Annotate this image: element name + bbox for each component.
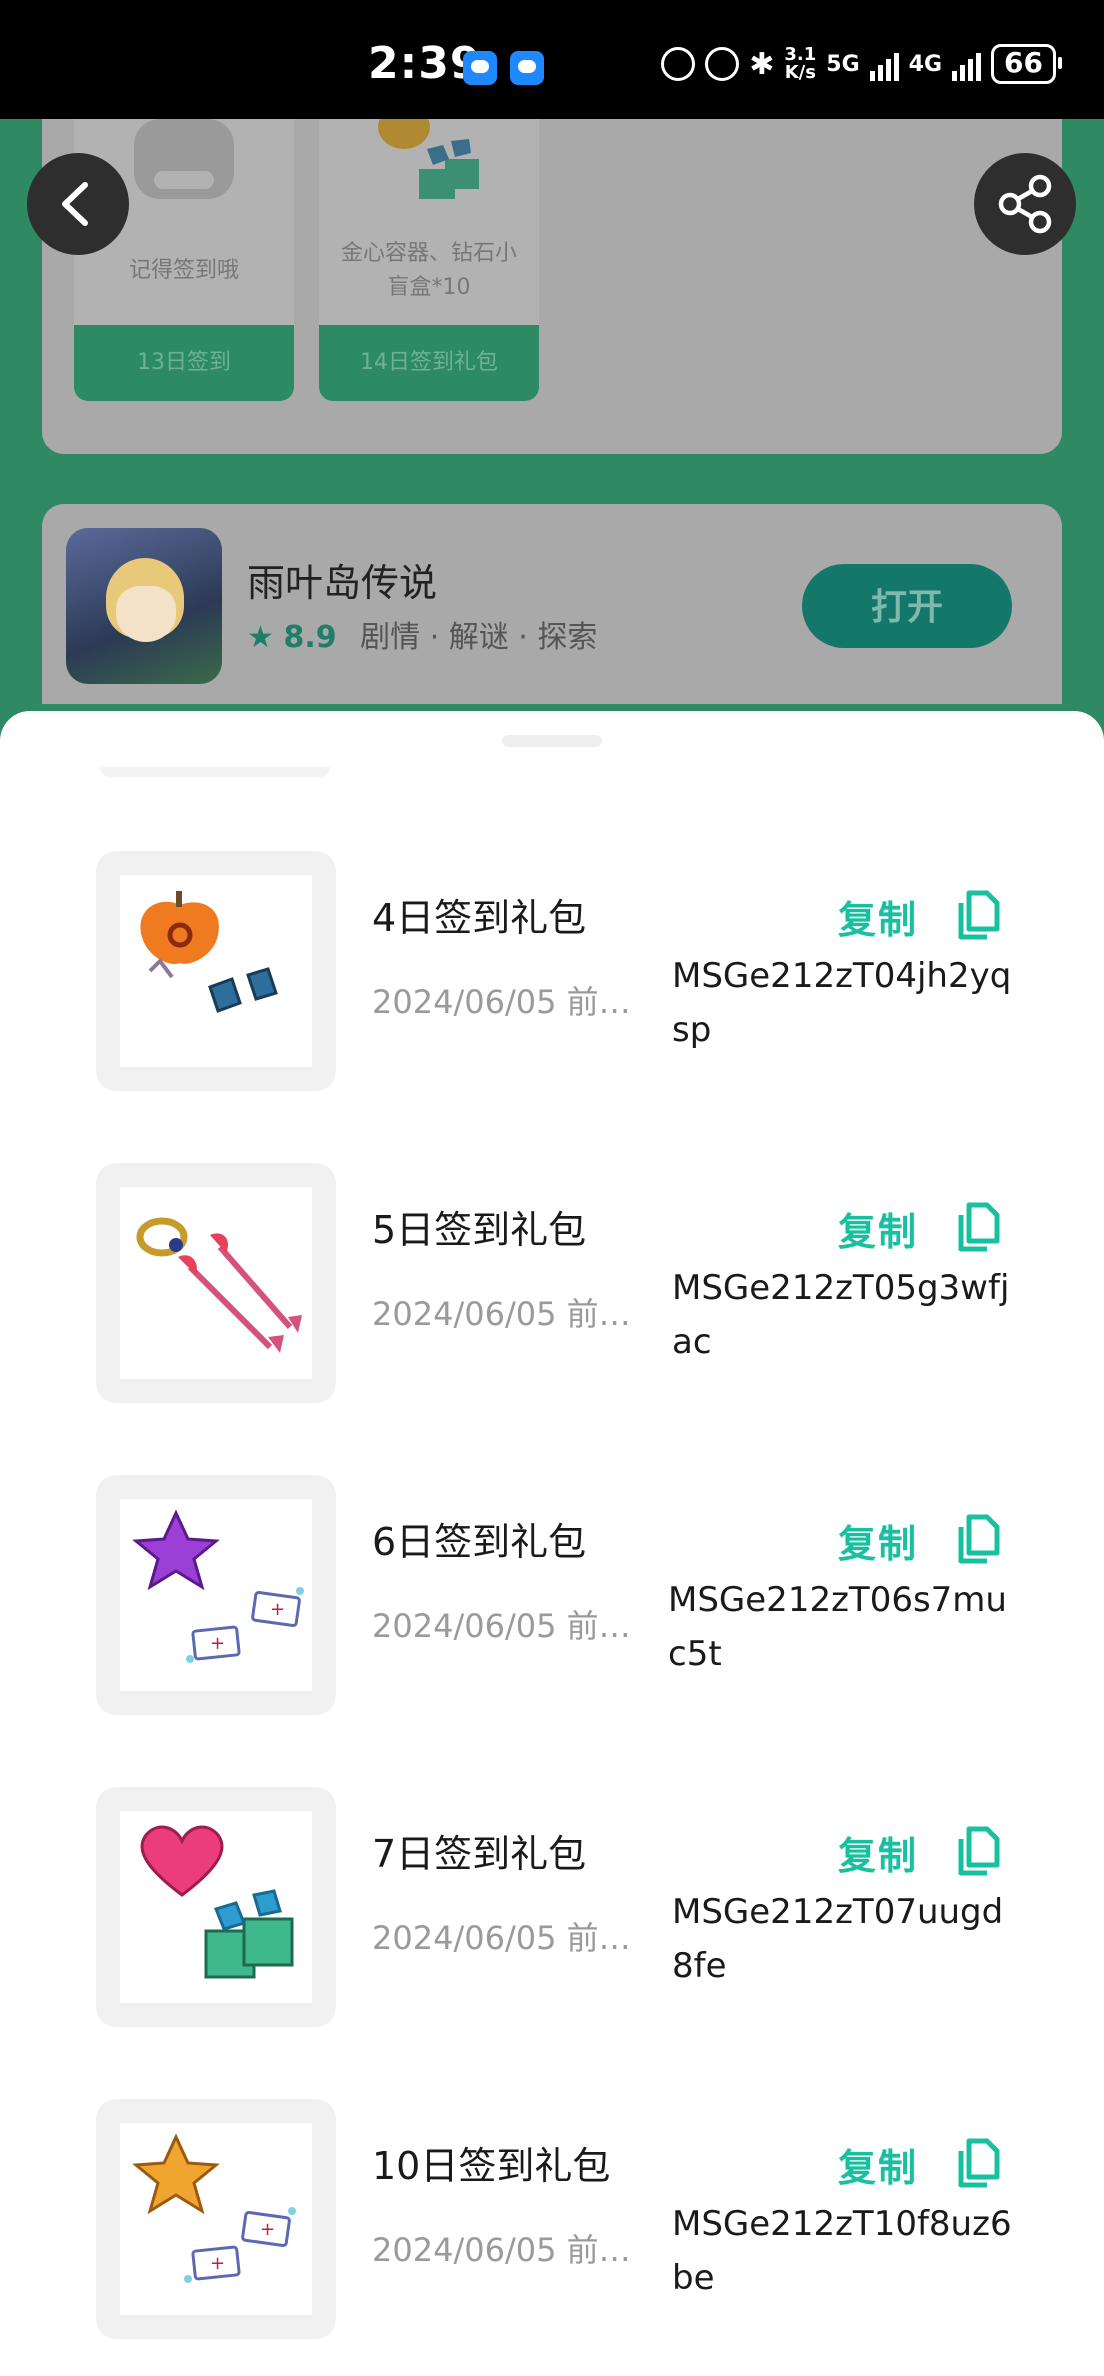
gift-row: + + 6日签到礼包 2024/06/05 前… 复制 MSGe212zT06s…: [0, 1475, 1104, 1715]
gift-card-day-14: 金心容器、钻石小盲盒*10 14日签到礼包: [319, 119, 539, 401]
chevron-left-icon: [62, 182, 88, 226]
svg-text:+: +: [210, 2253, 225, 2274]
app-name: 雨叶岛传说: [247, 561, 438, 605]
gift-code: MSGe212zT05g3wfjac: [672, 1268, 1010, 1362]
ring-and-arrows-icon: [136, 1217, 302, 1353]
copy-icon[interactable]: [955, 1825, 1001, 1877]
message-notification-icon: [463, 51, 497, 85]
net-4g-label: 4G: [908, 51, 943, 77]
speed-unit: K/s: [784, 62, 816, 83]
gift-code: MSGe212zT07uugd8fe: [672, 1892, 1004, 1986]
data-saver-icon: [661, 47, 696, 81]
gift-card-footer: 13日签到: [74, 325, 294, 401]
svg-text:+: +: [260, 2219, 275, 2240]
gift-name: 5日签到礼包: [372, 1208, 587, 1252]
copy-code-button[interactable]: 复制: [838, 889, 918, 944]
star-icon: ★: [247, 620, 274, 655]
heart-and-gift-boxes-icon: [140, 1825, 294, 1979]
gift-thumbnail: + +: [96, 2099, 336, 2339]
gift-thumbnail: [96, 851, 336, 1091]
app-rating-row: ★ 8.9 剧情 · 解谜 · 探索: [247, 612, 597, 656]
svg-text:+: +: [270, 1599, 285, 1620]
gift-expiry-date: 2024/06/05 前…: [372, 1919, 631, 1957]
message-notification-icon: [510, 51, 544, 85]
gift-expiry-date: 2024/06/05 前…: [372, 2231, 631, 2269]
copy-code-button[interactable]: 复制: [838, 1825, 918, 1880]
app-info-card: 雨叶岛传说 ★ 8.9 剧情 · 解谜 · 探索 打开: [42, 504, 1062, 704]
share-icon: [998, 174, 1052, 234]
gift-code: MSGe212zT06s7muc5t: [668, 1580, 1007, 1674]
gift-thumbnail: [96, 1163, 336, 1403]
status-bar: 2:39 ✱ 3.1 K/s 5G 4G 66: [0, 0, 1104, 119]
network-speed: 3.1 K/s: [784, 46, 816, 82]
gift-row: 7日签到礼包 2024/06/05 前… 复制 MSGe212zT07uugd8…: [0, 1787, 1104, 2027]
background-page: 记得签到哦 13日签到 金心容器、钻石小盲盒*10 14日签到礼包 雨叶岛传说 …: [0, 119, 1104, 719]
gift-code: MSGe212zT10f8uz6be: [672, 2204, 1012, 2298]
gold-heart-and-diamond-icon: [378, 119, 479, 199]
bluetooth-icon: ✱: [749, 46, 775, 82]
gift-name: 4日签到礼包: [372, 896, 587, 940]
copy-icon[interactable]: [955, 1513, 1001, 1565]
gift-list-sheet: 4日签到礼包 2024/06/05 前… 复制 MSGe212zT04jh2yq…: [0, 711, 1104, 2376]
gift-thumbnail: + +: [96, 1475, 336, 1715]
gift-expiry-date: 2024/06/05 前…: [372, 1295, 631, 1333]
copy-code-button[interactable]: 复制: [838, 2137, 918, 2192]
open-app-button[interactable]: 打开: [802, 564, 1012, 648]
app-icon[interactable]: [66, 528, 222, 684]
gift-name: 10日签到礼包: [372, 2144, 611, 2188]
gift-card-label: 记得签到哦: [128, 258, 239, 283]
previous-item-edge: [100, 767, 330, 777]
battery-level: 66: [1004, 46, 1043, 79]
app-rating: 8.9: [283, 620, 337, 655]
purple-star-and-tickets-icon: + +: [132, 1509, 304, 1663]
copy-code-button[interactable]: 复制: [838, 1513, 918, 1568]
gift-name: 6日签到礼包: [372, 1520, 587, 1564]
sheet-drag-handle[interactable]: [502, 735, 602, 747]
signal-icon: [869, 47, 899, 81]
back-button[interactable]: [27, 153, 129, 255]
gift-card-label: 金心容器、钻石小盲盒*10: [340, 241, 517, 300]
gift-row: + + 10日签到礼包 2024/06/05 前… 复制 MSGe212zT10…: [0, 2099, 1104, 2339]
svg-text:+: +: [210, 1633, 225, 1654]
gold-star-and-tickets-icon: + +: [132, 2133, 296, 2283]
net-5g-label: 5G: [826, 51, 860, 77]
battery-icon: 66: [991, 44, 1062, 84]
gift-row: 4日签到礼包 2024/06/05 前… 复制 MSGe212zT04jh2yq…: [0, 851, 1104, 1091]
apple-heart-and-diamond-icon: [140, 891, 278, 1013]
app-tags: 剧情 · 解谜 · 探索: [360, 620, 598, 655]
gift-card-footer: 14日签到礼包: [319, 325, 539, 401]
copy-icon[interactable]: [955, 1201, 1001, 1253]
gift-code: MSGe212zT04jh2yqsp: [672, 956, 1012, 1050]
copy-icon[interactable]: [955, 2137, 1001, 2189]
gift-name: 7日签到礼包: [372, 1832, 587, 1876]
gift-expiry-date: 2024/06/05 前…: [372, 1607, 631, 1645]
gift-thumbnail: [96, 1787, 336, 2027]
status-indicators: ✱ 3.1 K/s 5G 4G 66: [661, 44, 1062, 84]
gift-expiry-date: 2024/06/05 前…: [372, 983, 631, 1021]
alarm-icon: [705, 47, 740, 81]
copy-code-button[interactable]: 复制: [838, 1201, 918, 1256]
gift-row: 5日签到礼包 2024/06/05 前… 复制 MSGe212zT05g3wfj…: [0, 1163, 1104, 1403]
checkin-calendar-card: 记得签到哦 13日签到 金心容器、钻石小盲盒*10 14日签到礼包: [42, 119, 1062, 454]
signal-icon: [952, 47, 982, 81]
copy-icon[interactable]: [955, 889, 1001, 941]
share-button[interactable]: [974, 153, 1076, 255]
